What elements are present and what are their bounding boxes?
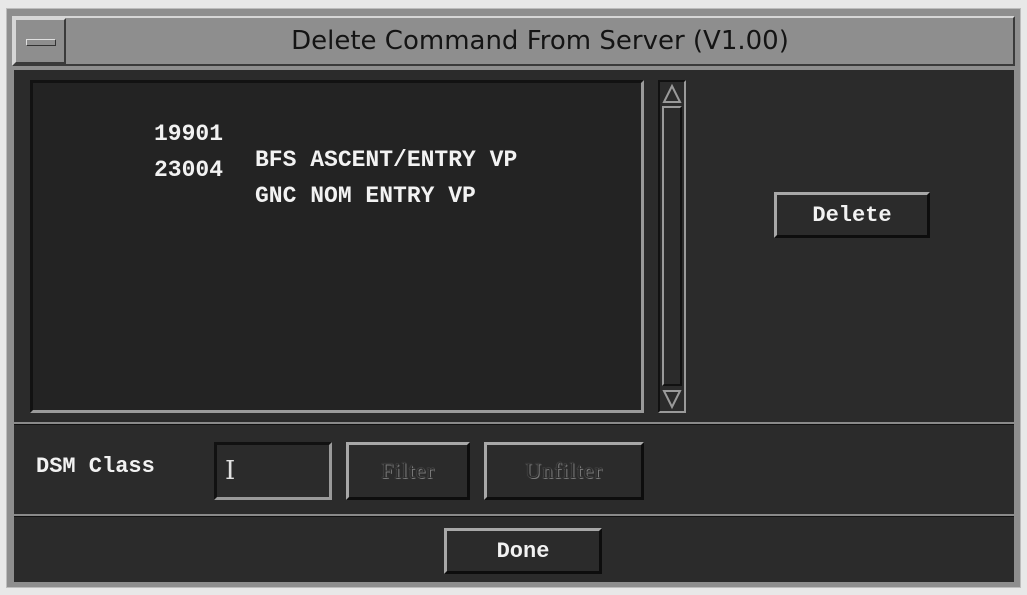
list-item[interactable]: 19901 BFS ASCENT/ENTRY VP [33,95,517,173]
command-id: 23004 [153,157,223,183]
scroll-up-arrow-icon[interactable] [661,83,683,105]
scrollbar-thumb[interactable] [662,106,682,386]
window-menu-button[interactable] [14,18,66,64]
command-name: BFS ASCENT/ENTRY VP [255,147,518,173]
dialog-body: 19901 BFS ASCENT/ENTRY VP 23004 GNC NOM … [14,70,1014,582]
dsm-class-label: DSM Class [36,454,155,479]
command-name: GNC NOM ENTRY VP [255,183,476,209]
delete-button[interactable]: Delete [774,192,930,238]
list-scrollbar[interactable] [658,80,686,413]
separator [14,422,1014,425]
command-id: 19901 [153,121,223,147]
text-cursor-icon: I [225,456,236,486]
unfilter-button[interactable]: Unfilter [484,442,644,500]
scroll-down-arrow-icon[interactable] [661,388,683,410]
command-list[interactable]: 19901 BFS ASCENT/ENTRY VP 23004 GNC NOM … [30,80,644,413]
list-item[interactable]: 23004 GNC NOM ENTRY VP [33,131,476,209]
window-menu-icon [26,39,56,46]
filter-button[interactable]: Filter [346,442,470,500]
separator [14,514,1014,517]
window-title: Delete Command From Server (V1.00) [291,26,789,56]
dsm-class-input[interactable]: I [214,442,332,500]
done-button[interactable]: Done [444,528,602,574]
